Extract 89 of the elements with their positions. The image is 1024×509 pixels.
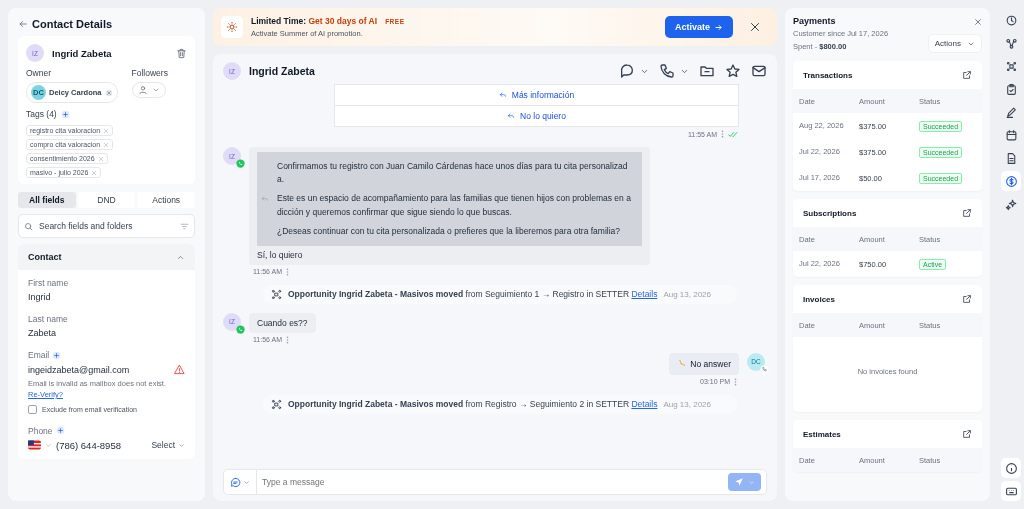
phone-type-dropdown[interactable]: Select: [151, 440, 185, 451]
phone-icon: [760, 364, 769, 374]
quoted-paragraph: Este es un espacio de acompañamiento para las familias que tienen hijos con problemas en adicción y queremos confirmar que sigue siendo lo que buscas.: [277, 192, 632, 219]
panel-title: Contact Details: [32, 18, 113, 30]
tab[interactable]: Actions: [137, 192, 195, 208]
panel-title: Payments: [793, 16, 837, 26]
quick-reply-option[interactable]: No lo quiero: [335, 105, 738, 126]
chat-icon[interactable]: [619, 63, 635, 79]
event-date: Aug 13, 2026: [663, 289, 711, 299]
missed-call-icon: [677, 359, 687, 369]
field-value: (786) 644-8958: [56, 439, 122, 451]
owner-label: Owner: [26, 68, 53, 78]
send-icon: [734, 477, 744, 487]
dollar-icon[interactable]: [1001, 171, 1021, 191]
warning-icon: [174, 364, 185, 375]
send-button[interactable]: [728, 473, 761, 491]
card-title: Invoices: [803, 294, 835, 304]
field-label: Phone: [28, 425, 53, 436]
search-field[interactable]: Search fields and folders: [18, 214, 195, 238]
chevron-icon: [151, 86, 160, 94]
details-link[interactable]: Details: [631, 399, 658, 410]
event-text: Opportunity Ingrid Zabeta - Masivos moved from Seguimiento 1 → Registro in SETTER Details: [288, 289, 658, 300]
details-link[interactable]: Details: [631, 289, 658, 300]
more-icon[interactable]: [286, 267, 290, 276]
activate-button[interactable]: Activate: [665, 16, 733, 38]
reply-icon: [507, 112, 516, 120]
quoted-paragraph: Confirmamos tu registro con Juan Camilo Cárdenas hace unos días para tu cita personalizada.: [277, 160, 629, 187]
field-value: Zabeta: [28, 328, 58, 338]
keyboard-icon[interactable]: [1001, 481, 1021, 501]
close-icon[interactable]: [749, 21, 761, 33]
section-header[interactable]: Contact: [18, 244, 195, 270]
message-composer[interactable]: Type a message: [223, 469, 767, 495]
chevron-icon: [178, 441, 185, 449]
tab[interactable]: All fields: [18, 192, 76, 208]
chevron-icon: [748, 478, 755, 486]
field-label: Last name: [28, 314, 68, 324]
phone-icon[interactable]: [659, 63, 675, 79]
external-link-icon[interactable]: [962, 294, 972, 304]
external-link-icon[interactable]: [962, 208, 972, 218]
flag-icon[interactable]: [28, 440, 41, 451]
arrow-icon: [714, 22, 723, 32]
section-title: Contact: [28, 252, 62, 262]
quick-reply-option[interactable]: Más información: [335, 84, 738, 105]
promo-title: Limited Time: Get 30 days of AI: [251, 16, 378, 26]
reply-icon: [261, 194, 269, 203]
more-icon[interactable]: [286, 335, 290, 344]
contact-name: Ingrid Zabeta: [52, 47, 113, 59]
followers-label: Followers: [131, 68, 168, 78]
back-icon[interactable]: [18, 19, 28, 29]
external-link-icon[interactable]: [962, 70, 972, 80]
add-icon[interactable]: [55, 426, 65, 436]
tab[interactable]: DND: [77, 192, 136, 208]
chevron-icon: [243, 478, 250, 486]
trash-icon[interactable]: [176, 47, 187, 59]
chat-icon: [230, 476, 241, 488]
message-text: Sí, lo quiero: [257, 249, 304, 260]
event-date: Aug 13, 2026: [663, 399, 711, 409]
contact-name: Ingrid Zabeta: [249, 65, 316, 77]
field-label: Email: [28, 350, 50, 360]
mail-icon[interactable]: [751, 63, 767, 79]
call-status: No answer: [690, 358, 731, 369]
more-icon[interactable]: [721, 130, 724, 138]
tags-label: Tags (4): [26, 109, 57, 119]
field-label: First name: [28, 278, 69, 288]
card-title: Transactions: [803, 70, 853, 80]
folder-icon[interactable]: [699, 63, 715, 79]
external-link-icon[interactable]: [962, 429, 972, 439]
sun-icon: [226, 21, 238, 33]
field-value: ingeidzabeta@gmail.com: [28, 364, 130, 375]
more-icon[interactable]: [734, 377, 737, 386]
filter-icon[interactable]: [180, 221, 189, 231]
search-icon: [24, 221, 33, 231]
info-icon[interactable]: [1001, 458, 1021, 478]
field-value: Ingrid: [28, 292, 52, 302]
card-title: Subscriptions: [803, 208, 857, 218]
message-input[interactable]: Type a message: [257, 477, 728, 487]
message-text: Cuando es??: [257, 317, 308, 328]
add-icon[interactable]: [60, 109, 70, 119]
checkbox[interactable]: [28, 404, 37, 414]
reply-icon: [498, 91, 507, 99]
add-icon[interactable]: [52, 350, 62, 360]
actions-dropdown[interactable]: Actions: [927, 34, 982, 53]
remove-icon[interactable]: [104, 88, 113, 97]
quoted-paragraph: ¿Deseas continuar con tu cita personalizada o prefieres que la liberemos para otra familia?: [277, 224, 622, 238]
person-icon: [137, 85, 148, 95]
star-icon[interactable]: [725, 63, 741, 79]
card-title: Estimates: [803, 429, 841, 439]
event-text: Opportunity Ingrid Zabeta - Masivos moved from Registro → Seguimiento 2 in SETTER Details: [288, 399, 658, 410]
search-input[interactable]: Search fields and folders: [37, 220, 176, 232]
